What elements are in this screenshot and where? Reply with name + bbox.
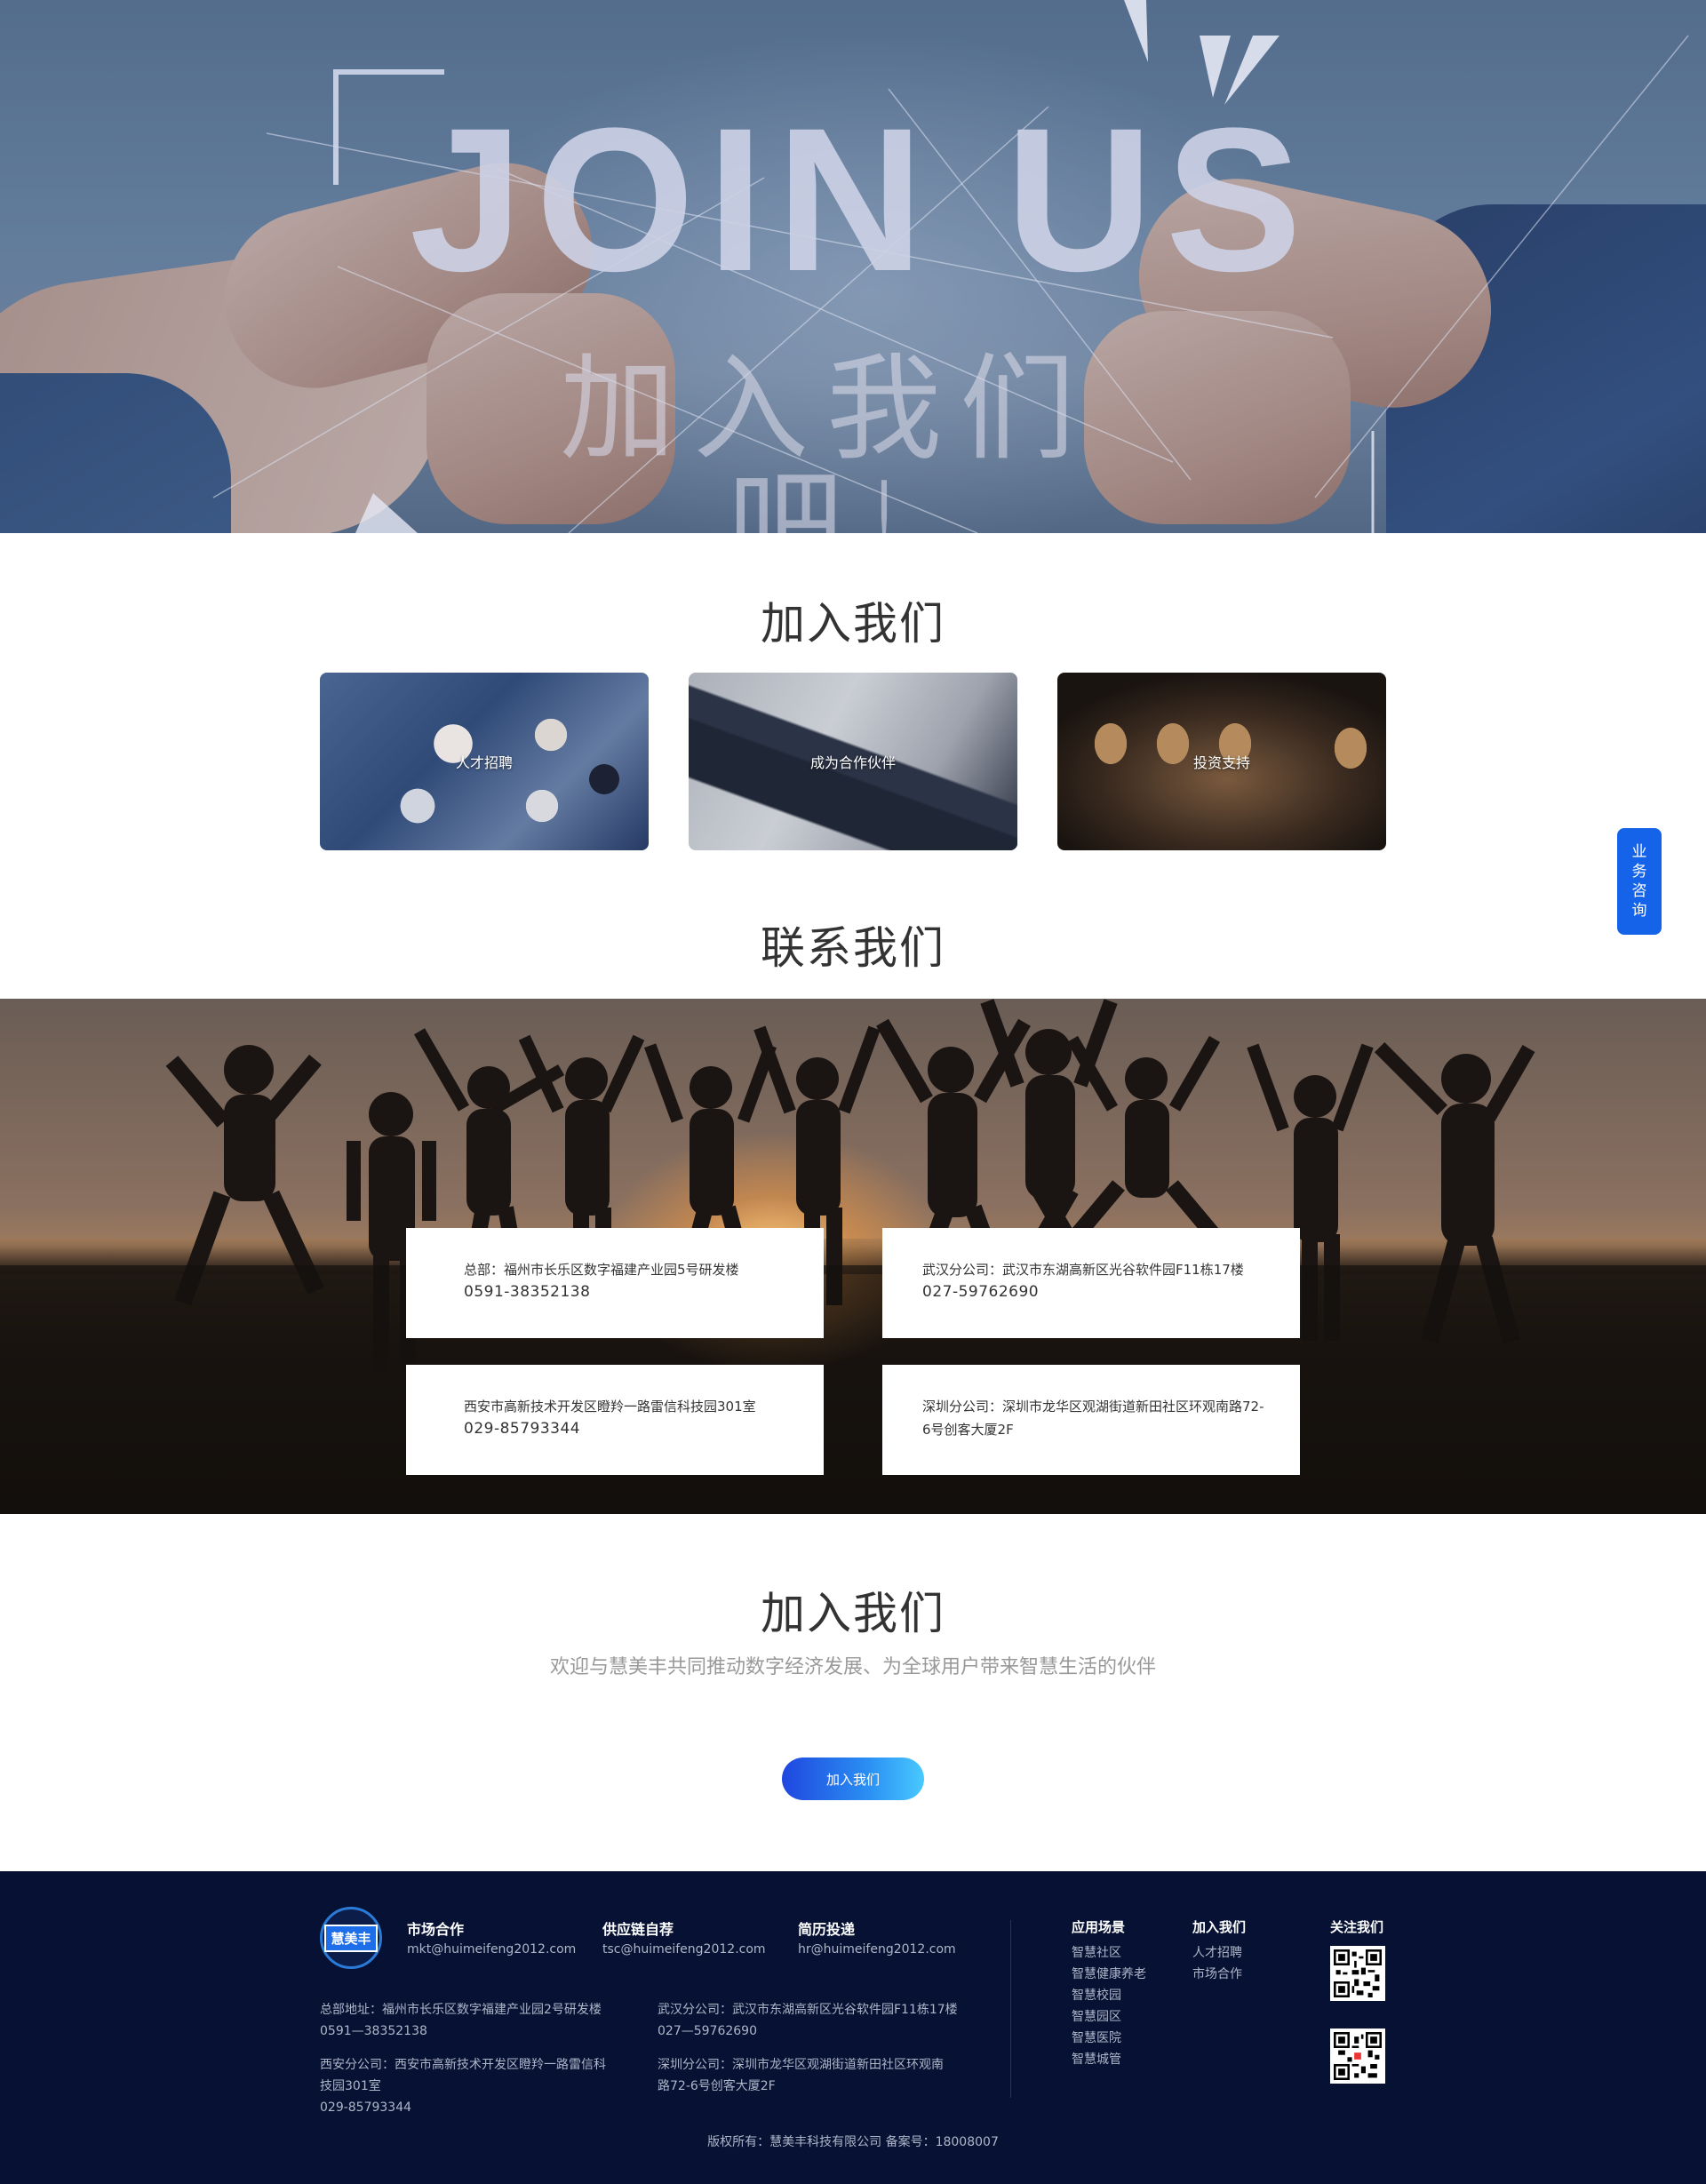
card-label: 投资支持 <box>1192 754 1250 771</box>
office-card-hq: 总部：福州市长乐区数字福建产业园5号研发楼 0591-38352138 <box>406 1228 824 1338</box>
card-investment-support[interactable]: 投资支持 <box>1057 673 1386 850</box>
footer-logo[interactable]: 慧美丰 <box>320 1907 382 1969</box>
site-footer: 慧美丰 市场合作 mkt@huimeifeng2012.com 供应链自荐 ts… <box>0 1871 1706 2184</box>
footer-hq-line2: 0591—38352138 <box>320 2024 427 2038</box>
logo-text: 慧美丰 <box>324 1924 378 1952</box>
office-card-shenzhen: 深圳分公司：深圳市龙华区观湖街道新田社区环观南路72-6号创客大厦2F <box>882 1365 1300 1475</box>
footer-link-smart-city-management[interactable]: 智慧城管 <box>1072 2049 1146 2070</box>
business-consult-button[interactable]: 业务咨询 <box>1617 828 1662 935</box>
office-phone: 0591-38352138 <box>464 1283 591 1301</box>
footer-link-smart-campus[interactable]: 智慧校园 <box>1072 1985 1146 2006</box>
footer-link-market-cooperation[interactable]: 市场合作 <box>1192 1964 1242 1985</box>
footer-scenes-title: 应用场景 <box>1072 1919 1126 1935</box>
join-us-button[interactable]: 加入我们 <box>782 1758 924 1800</box>
office-address: 西安市高新技术开发区瞪羚一路雷信科技园301室 <box>464 1399 756 1415</box>
footer-supply-title: 供应链自荐 <box>602 1921 674 1938</box>
footer-link-smart-elderly-care[interactable]: 智慧健康养老 <box>1072 1964 1146 1985</box>
cta-title: 加入我们 <box>761 1588 945 1639</box>
footer-link-smart-hospital[interactable]: 智慧医院 <box>1072 2028 1146 2049</box>
footer-divider <box>1010 1920 1011 2098</box>
footer-join-title: 加入我们 <box>1192 1919 1247 1935</box>
footer-wuhan-line2: 027—59762690 <box>658 2024 757 2038</box>
qr-code-icon <box>1334 2032 1382 2080</box>
card-label: 成为合作伙伴 <box>809 754 896 771</box>
footer-link-recruitment[interactable]: 人才招聘 <box>1192 1942 1242 1964</box>
footer-resume-email[interactable]: hr@huimeifeng2012.com <box>798 1942 956 1957</box>
office-address: 总部：福州市长乐区数字福建产业园5号研发楼 <box>464 1262 739 1278</box>
footer-hq-address: 总部地址：福州市长乐区数字福建产业园2号研发楼 0591—38352138 <box>320 1999 602 2042</box>
wechat-qr-code <box>1330 1946 1385 2001</box>
footer-market-email[interactable]: mkt@huimeifeng2012.com <box>407 1942 576 1957</box>
card-label: 人才招聘 <box>455 754 513 771</box>
hero-banner: JOIN US 加入我们吧! <box>0 0 1706 533</box>
footer-market-title: 市场合作 <box>407 1921 465 1938</box>
footer-shenzhen-line1: 深圳分公司：深圳市龙华区观湖街道新田社区环观南 <box>658 2058 944 2072</box>
office-phone: 027-59762690 <box>922 1283 1040 1301</box>
card-become-partner[interactable]: 成为合作伙伴 <box>689 673 1017 850</box>
office-card-xian: 西安市高新技术开发区瞪羚一路雷信科技园301室 029-85793344 <box>406 1365 824 1475</box>
footer-xian-line2: 技园301室 <box>320 2079 381 2093</box>
footer-xian-line1: 西安分公司：西安市高新技术开发区瞪羚一路雷信科 <box>320 2058 606 2072</box>
jumping-people-silhouettes <box>0 999 1706 1514</box>
office-phone: 029-85793344 <box>464 1420 581 1438</box>
cta-subtitle: 欢迎与慧美丰共同推动数字经济发展、为全球用户带来智慧生活的伙伴 <box>549 1656 1156 1678</box>
join-section-title: 加入我们 <box>761 598 945 650</box>
card-talent-recruitment[interactable]: 人才招聘 <box>320 673 649 850</box>
footer-resume-title: 简历投递 <box>798 1921 856 1938</box>
office-address: 武汉分公司：武汉市东湖高新区光谷软件园F11栋17楼 <box>922 1262 1244 1278</box>
footer-scenes-list: 智慧社区 智慧健康养老 智慧校园 智慧园区 智慧医院 智慧城管 <box>1072 1942 1146 2070</box>
office-card-wuhan: 武汉分公司：武汉市东湖高新区光谷软件园F11栋17楼 027-59762690 <box>882 1228 1300 1338</box>
office-address: 深圳分公司：深圳市龙华区观湖街道新田社区环观南路72-6号创客大厦2F <box>922 1399 1264 1438</box>
footer-link-smart-community[interactable]: 智慧社区 <box>1072 1942 1146 1964</box>
contact-section-title: 联系我们 <box>761 922 945 974</box>
footer-link-smart-park[interactable]: 智慧园区 <box>1072 2006 1146 2028</box>
footer-shenzhen-line2: 路72-6号创客大厦2F <box>658 2079 776 2093</box>
qr-code-icon <box>1334 1949 1382 1997</box>
footer-shenzhen-address: 深圳分公司：深圳市龙华区观湖街道新田社区环观南 路72-6号创客大厦2F <box>658 2054 944 2097</box>
footer-join-list: 人才招聘 市场合作 <box>1192 1942 1242 1985</box>
app-qr-code <box>1330 2029 1385 2084</box>
footer-hq-line1: 总部地址：福州市长乐区数字福建产业园2号研发楼 <box>320 2003 602 2017</box>
contact-banner: 总部：福州市长乐区数字福建产业园5号研发楼 0591-38352138 武汉分公… <box>0 999 1706 1514</box>
footer-xian-address: 西安分公司：西安市高新技术开发区瞪羚一路雷信科 技园301室 029-85793… <box>320 2054 606 2118</box>
footer-xian-line3: 029-85793344 <box>320 2100 412 2115</box>
footer-copyright: 版权所有：慧美丰科技有限公司 备案号：18008007 <box>707 2135 999 2149</box>
footer-wuhan-line1: 武汉分公司：武汉市东湖高新区光谷软件园F11栋17楼 <box>658 2003 958 2017</box>
footer-supply-email[interactable]: tsc@huimeifeng2012.com <box>602 1942 766 1957</box>
footer-follow-title: 关注我们 <box>1330 1919 1384 1935</box>
hero-subtitle: 加入我们吧! <box>559 341 1093 533</box>
hero-title: JOIN US <box>409 85 1315 314</box>
footer-wuhan-address: 武汉分公司：武汉市东湖高新区光谷软件园F11栋17楼 027—59762690 <box>658 1999 958 2042</box>
